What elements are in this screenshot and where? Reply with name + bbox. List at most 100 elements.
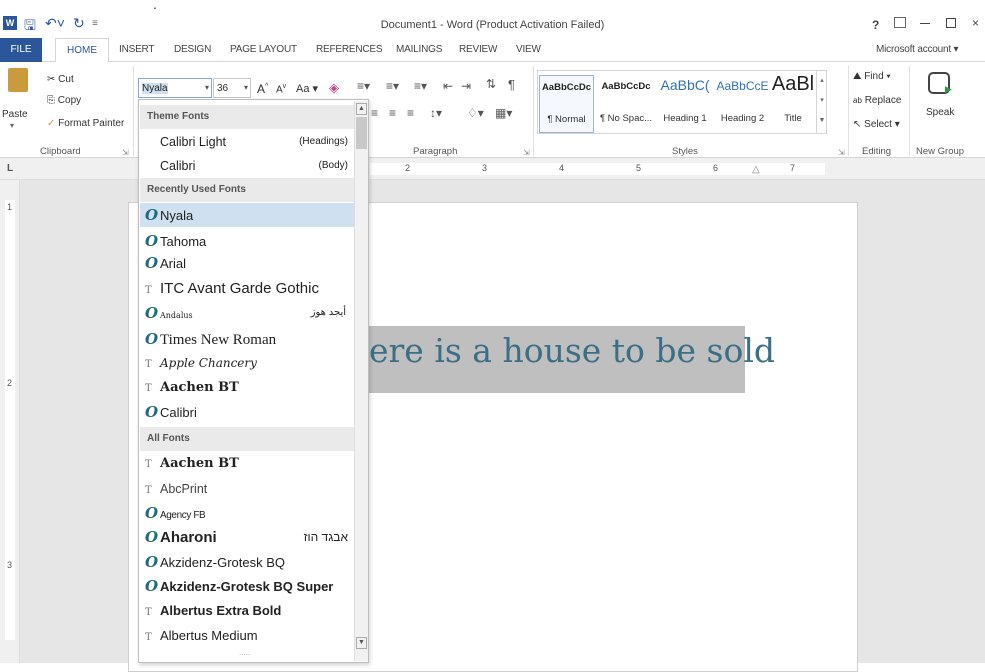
format-painter-button[interactable]: ✓ Format Painter — [47, 118, 124, 129]
font-option-label: Aharoni — [160, 529, 217, 546]
scroll-down-icon[interactable]: ▼ — [356, 637, 367, 649]
minimize-icon[interactable] — [920, 23, 930, 24]
opentype-icon: O — [145, 553, 159, 571]
tab-file[interactable]: FILE — [0, 38, 42, 62]
font-dropdown-list[interactable]: Theme Fonts Calibri Light (Headings) Cal… — [138, 99, 369, 663]
style-heading-2[interactable]: AaBbCcE Heading 2 — [715, 75, 770, 133]
vertical-ruler[interactable]: 1 2 3 — [0, 180, 20, 663]
multilevel-list-icon[interactable]: ≡▾ — [414, 79, 427, 93]
tab-mailings[interactable]: MAILINGS — [396, 44, 442, 55]
pilcrow-icon[interactable]: ¶ — [508, 77, 515, 92]
tab-design[interactable]: DESIGN — [174, 44, 211, 55]
styles-launcher-icon[interactable]: ⇲ — [838, 148, 845, 157]
paste-dropdown-icon[interactable]: ▾ — [10, 121, 14, 130]
font-option-agency-fb[interactable]: O Agency FB — [140, 501, 354, 525]
font-option-andalus[interactable]: O Andalus أيجد هوز — [140, 301, 354, 325]
font-option-tahoma[interactable]: O Tahoma — [140, 229, 354, 253]
borders-icon[interactable]: ▦▾ — [495, 106, 512, 120]
font-option-albertus-extra-bold[interactable]: T Albertus Extra Bold — [140, 599, 354, 623]
paragraph-launcher-icon[interactable]: ⇲ — [523, 148, 530, 157]
sort-icon[interactable]: ⇅ — [486, 77, 496, 91]
scroll-up-icon[interactable]: ▲ — [356, 103, 367, 115]
font-option-times-new-roman[interactable]: O Times New Roman — [140, 327, 354, 351]
select-button[interactable]: ↖ Select ▾ — [853, 119, 900, 130]
tab-review[interactable]: REVIEW — [459, 44, 497, 55]
chevron-down-icon[interactable]: ▾ — [205, 83, 209, 92]
justify-icon[interactable]: ≡ — [407, 106, 414, 120]
font-option-label: Aachen BT — [160, 380, 239, 395]
style-heading-1[interactable]: AaBbC( Heading 1 — [656, 75, 714, 133]
ribbon-display-icon[interactable] — [894, 17, 906, 28]
style-no-spacing[interactable]: AaBbCcDc ¶ No Spac... — [597, 75, 655, 133]
align-right-icon[interactable]: ≡ — [389, 106, 396, 120]
account-menu[interactable]: Microsoft account ▾ — [876, 44, 959, 55]
right-indent-marker[interactable]: △ — [752, 164, 760, 175]
maximize-icon[interactable] — [946, 18, 956, 28]
font-option-akzidenz-grotesk-bq-super[interactable]: O Akzidenz-Grotesk BQ Super — [140, 574, 354, 598]
ruler-mark: 2 — [7, 378, 13, 388]
shrink-font-button[interactable]: Av — [276, 83, 286, 95]
tab-references[interactable]: REFERENCES — [316, 44, 383, 55]
clipboard-icon[interactable] — [8, 68, 28, 92]
align-center-icon[interactable]: ≡ — [371, 106, 378, 120]
font-option-label: Calibri — [160, 159, 196, 173]
close-icon[interactable]: × — [972, 16, 979, 30]
grow-font-button[interactable]: A^ — [257, 82, 268, 96]
find-button[interactable]: ⛰ Find ▾ — [853, 71, 891, 82]
clipboard-launcher-icon[interactable]: ⇲ — [122, 148, 129, 157]
font-size-box[interactable]: 36 ▾ — [213, 78, 251, 98]
increase-indent-icon[interactable]: ⇥ — [461, 79, 471, 93]
font-option-aachen-bt-recent[interactable]: T Aachen BT — [140, 376, 354, 400]
grow-font-label: A — [257, 82, 266, 96]
font-option-apple-chancery[interactable]: T Apple Chancery — [140, 351, 354, 375]
font-option-abcprint[interactable]: T AbcPrint — [140, 477, 354, 501]
line-spacing-icon[interactable]: ↕▾ — [430, 106, 442, 120]
paste-button[interactable]: Paste — [2, 109, 28, 120]
change-case-button[interactable]: Aa ▾ — [296, 82, 318, 95]
font-name-value: Nyala — [142, 83, 168, 94]
tab-selector[interactable]: L — [7, 163, 13, 174]
copy-button[interactable]: ⎘ Copy — [47, 95, 81, 106]
tab-home[interactable]: HOME — [55, 38, 109, 63]
numbering-icon[interactable]: ≡▾ — [386, 79, 399, 93]
help-button[interactable]: ? — [872, 18, 879, 32]
cut-button[interactable]: ✂ Cut — [47, 74, 74, 85]
tab-page-layout[interactable]: PAGE LAYOUT — [230, 44, 297, 55]
styles-scroll[interactable]: ▴ ▾ ▼ — [816, 71, 827, 133]
font-option-calibri-light[interactable]: Calibri Light (Headings) — [140, 130, 354, 154]
font-option-label: Aachen BT — [160, 456, 239, 471]
font-option-aachen-bt[interactable]: T Aachen BT — [140, 452, 354, 476]
opentype-icon: O — [145, 504, 159, 522]
font-option-akzidenz-grotesk-bq[interactable]: O Akzidenz-Grotesk BQ — [140, 550, 354, 574]
font-list-scrollbar[interactable]: ▲ ▼ — [354, 101, 368, 661]
scissors-icon: ✂ — [47, 74, 56, 85]
resize-grip[interactable]: ..... — [239, 648, 250, 657]
speak-button[interactable]: Speak — [926, 107, 954, 118]
font-name-box[interactable]: Nyala ▾ — [138, 78, 212, 98]
play-icon: ▶ — [945, 84, 952, 94]
clipboard-group-label: Clipboard — [40, 146, 81, 157]
tab-insert[interactable]: INSERT — [119, 44, 154, 55]
font-option-aharoni[interactable]: O Aharoni אבגד הוז — [140, 525, 354, 549]
font-option-calibri[interactable]: O Calibri — [140, 400, 354, 424]
decrease-indent-icon[interactable]: ⇤ — [443, 79, 453, 93]
bullets-icon[interactable]: ≡▾ — [357, 79, 370, 93]
format-painter-label: Format Painter — [58, 118, 125, 129]
font-option-label: Albertus Extra Bold — [160, 603, 282, 618]
shading-icon[interactable]: ♢▾ — [467, 106, 484, 120]
replace-button[interactable]: ab Replace — [853, 95, 901, 106]
font-option-itc-avant-garde[interactable]: T ITC Avant Garde Gothic — [140, 277, 354, 301]
font-option-nyala[interactable]: O Nyala — [140, 203, 354, 227]
font-option-calibri-body[interactable]: Calibri (Body) — [140, 154, 354, 178]
chevron-down-icon[interactable]: ▾ — [244, 83, 248, 92]
ruler-mark: 7 — [790, 163, 796, 173]
scroll-thumb[interactable] — [356, 117, 367, 149]
font-option-albertus-medium[interactable]: T Albertus Medium — [140, 624, 354, 648]
styles-group-label: Styles — [672, 146, 698, 157]
clear-formatting-icon[interactable]: ◈ — [329, 80, 339, 96]
document-text[interactable]: ere is a house to be sold — [369, 331, 775, 370]
tab-view[interactable]: VIEW — [516, 44, 541, 55]
font-option-arial[interactable]: O Arial — [140, 251, 354, 275]
style-normal[interactable]: AaBbCcDc ¶ Normal — [539, 75, 594, 133]
style-title[interactable]: AaBl Title — [770, 73, 816, 133]
